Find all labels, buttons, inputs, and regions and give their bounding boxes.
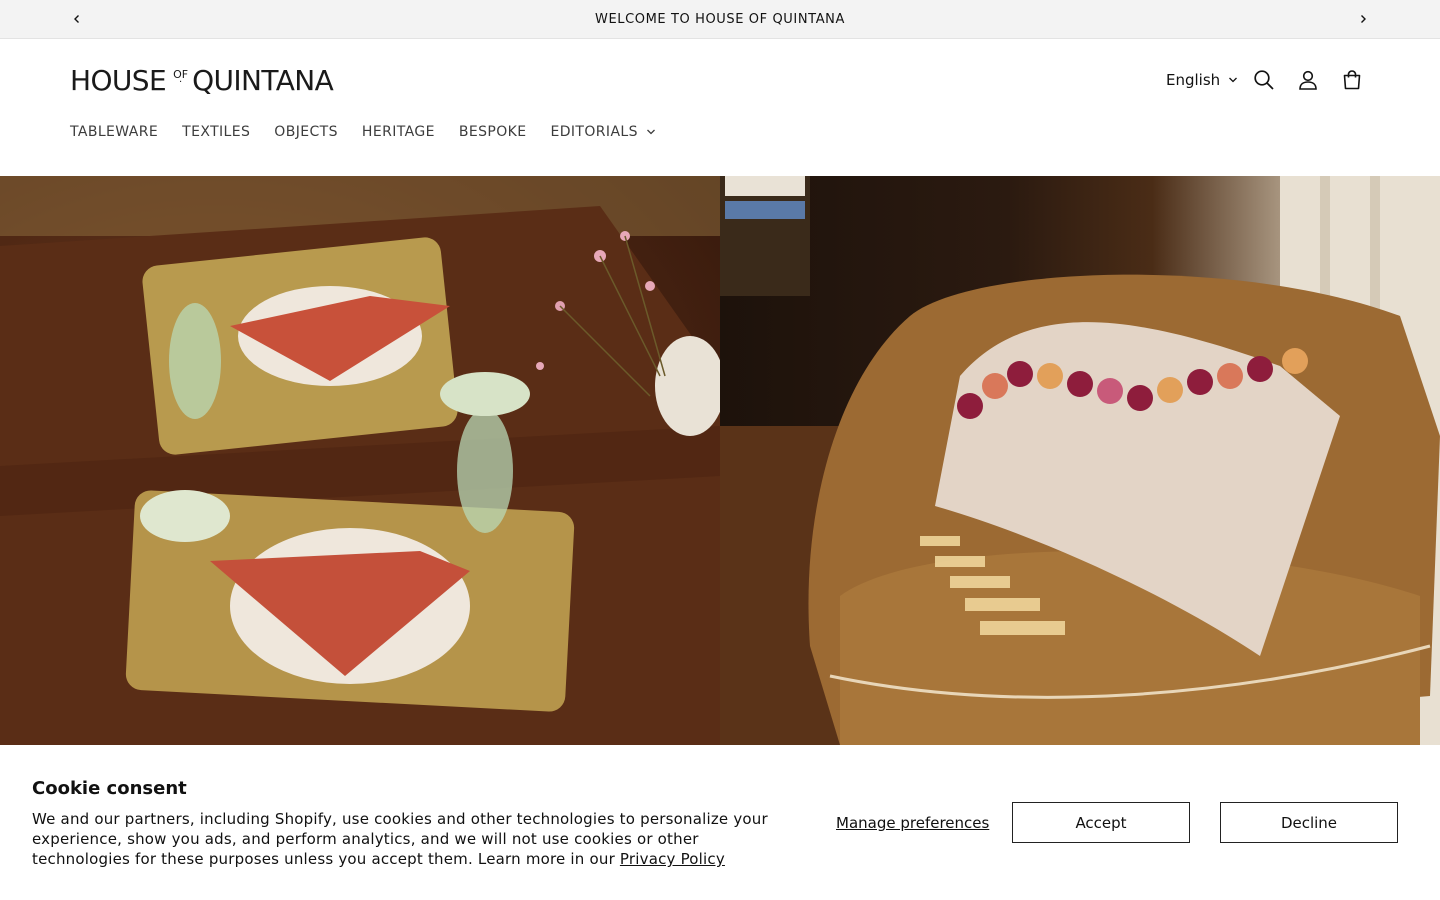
language-label: English <box>1166 71 1221 89</box>
nav-item-textiles[interactable]: TEXTILES <box>182 124 250 140</box>
logo-of: OF · <box>173 69 188 88</box>
nav-item-heritage[interactable]: HERITAGE <box>362 124 435 140</box>
nav-label: OBJECTS <box>274 124 338 140</box>
language-selector[interactable]: English <box>1166 71 1238 89</box>
site-header: HOUSE OF · QUINTANA English TABLEWARE TE… <box>0 39 1440 176</box>
search-icon[interactable] <box>1251 67 1277 93</box>
nav-label: BESPOKE <box>458 124 527 140</box>
cookie-consent-banner: Cookie consent We and our partners, incl… <box>0 745 1440 900</box>
hero-image-armchair-pillow[interactable] <box>720 176 1440 745</box>
nav-item-tableware[interactable]: TABLEWARE <box>70 124 158 140</box>
logo-word-house: HOUSE <box>70 64 167 97</box>
cookie-title: Cookie consent <box>32 778 187 799</box>
chevron-left-icon[interactable] <box>66 8 88 30</box>
nav-item-bespoke[interactable]: BESPOKE <box>459 124 527 140</box>
logo-word-quintana: QUINTANA <box>192 64 334 97</box>
cart-icon[interactable] <box>1339 67 1365 93</box>
nav-item-objects[interactable]: OBJECTS <box>274 124 338 140</box>
main-nav: TABLEWARE TEXTILES OBJECTS HERITAGE BESP… <box>70 124 680 140</box>
site-logo[interactable]: HOUSE OF · QUINTANA <box>70 64 334 97</box>
hero-banner <box>0 176 1440 745</box>
manage-preferences-link[interactable]: Manage preferences <box>836 814 989 832</box>
account-icon[interactable] <box>1295 67 1321 93</box>
announcement-text: WELCOME TO HOUSE OF QUINTANA <box>595 11 845 27</box>
nav-item-editorials[interactable]: EDITORIALS <box>550 124 655 140</box>
nav-label: TABLEWARE <box>70 124 159 140</box>
cookie-body: We and our partners, including Shopify, … <box>32 809 772 869</box>
privacy-policy-link[interactable]: Privacy Policy <box>620 850 725 868</box>
hero-image-table-setting[interactable] <box>0 176 720 745</box>
announcement-bar: WELCOME TO HOUSE OF QUINTANA <box>0 0 1440 39</box>
chevron-right-icon[interactable] <box>1352 8 1374 30</box>
nav-label: EDITORIALS <box>550 124 638 140</box>
decline-button[interactable]: Decline <box>1220 802 1398 843</box>
chevron-down-icon <box>1229 77 1238 83</box>
nav-label: HERITAGE <box>361 124 435 140</box>
nav-label: TEXTILES <box>182 124 251 140</box>
accept-button[interactable]: Accept <box>1012 802 1190 843</box>
chevron-down-icon <box>646 129 655 135</box>
